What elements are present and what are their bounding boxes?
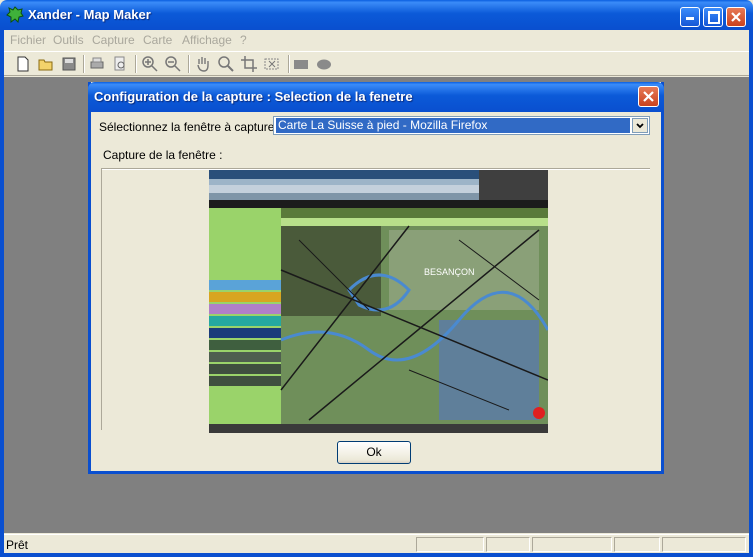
window-select-dropdown[interactable]: Carte La Suisse à pied - Mozilla Firefox: [273, 116, 650, 135]
toolbar-separator: [288, 55, 290, 73]
save-icon[interactable]: [60, 55, 78, 73]
app-title: Xander - Map Maker: [28, 7, 151, 22]
rectangle-icon[interactable]: [292, 55, 310, 73]
menu-bar: Fichier Outils Capture Carte Affichage ?: [4, 30, 749, 50]
dialog-close-button[interactable]: [638, 86, 659, 107]
print-icon[interactable]: [88, 55, 106, 73]
menu-outils[interactable]: Outils: [53, 33, 84, 47]
dialog-title: Configuration de la capture : Selection …: [94, 89, 413, 104]
zoom-in-icon[interactable]: [141, 55, 159, 73]
map-preview-image: BESANÇON: [209, 170, 548, 433]
menu-carte[interactable]: Carte: [143, 33, 172, 47]
ok-button[interactable]: Ok: [337, 441, 411, 464]
close-button[interactable]: [726, 7, 746, 27]
close-icon: [731, 12, 741, 22]
menu-affichage[interactable]: Affichage: [182, 33, 232, 47]
status-panel: [662, 537, 746, 552]
window-select-value: Carte La Suisse à pied - Mozilla Firefox: [276, 118, 630, 133]
toolbar-separator: [135, 55, 137, 73]
dropdown-arrow-button[interactable]: [632, 118, 648, 133]
menu-help[interactable]: ?: [240, 33, 247, 47]
new-file-icon[interactable]: [14, 55, 32, 73]
main-title-bar[interactable]: Xander - Map Maker: [0, 0, 753, 30]
pan-hand-icon[interactable]: [194, 55, 212, 73]
status-panel: [416, 537, 484, 552]
map-city-label: BESANÇON: [424, 267, 475, 277]
app-logo-icon: [6, 6, 24, 24]
maximize-icon: [708, 11, 720, 24]
window-border-right: [749, 30, 753, 557]
minimize-icon: [686, 17, 694, 20]
maximize-button[interactable]: [703, 7, 723, 27]
status-panel: [532, 537, 612, 552]
menu-capture[interactable]: Capture: [92, 33, 135, 47]
open-folder-icon[interactable]: [37, 55, 55, 73]
dialog-title-bar[interactable]: Configuration de la capture : Selection …: [88, 82, 664, 112]
zoom-tool-icon[interactable]: [217, 55, 235, 73]
toolbar: [4, 51, 749, 76]
minimize-button[interactable]: [680, 7, 700, 27]
ellipse-icon[interactable]: [315, 55, 333, 73]
status-panel: [614, 537, 660, 552]
crop-icon[interactable]: [240, 55, 258, 73]
status-bar: Prêt: [4, 534, 749, 554]
capture-group-border-left: [101, 168, 102, 430]
window-border-bottom: [0, 553, 753, 557]
zoom-out-icon[interactable]: [164, 55, 182, 73]
status-text: Prêt: [6, 538, 29, 552]
toolbar-separator: [188, 55, 190, 73]
print-preview-icon[interactable]: [111, 55, 129, 73]
window-select-label: Sélectionnez la fenêtre à capturer :: [99, 120, 286, 134]
capture-label: Capture de la fenêtre :: [103, 148, 223, 162]
cut-selection-icon[interactable]: [263, 55, 281, 73]
chevron-down-icon: [636, 123, 644, 129]
status-panel: [486, 537, 530, 552]
captured-window-preview: BESANÇON: [209, 170, 548, 433]
menu-fichier[interactable]: Fichier: [10, 33, 46, 47]
toolbar-separator: [83, 55, 85, 73]
close-icon: [643, 91, 654, 102]
